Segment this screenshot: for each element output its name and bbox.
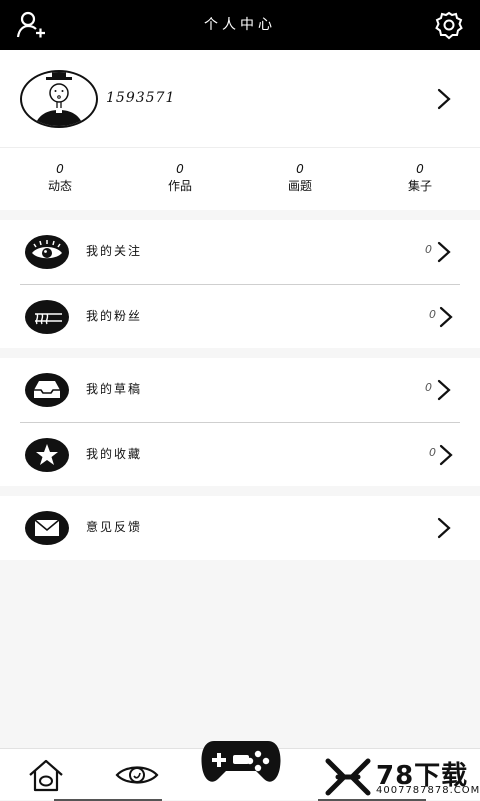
stats-bar: 0 动态 0 作品 0 画题 0 集子 bbox=[0, 148, 480, 210]
chevron-right-icon bbox=[437, 517, 451, 539]
watermark: 78下载 4007787878.COM bbox=[324, 755, 479, 799]
watermark-url: 4007787878.COM bbox=[376, 785, 480, 796]
mail-icon bbox=[25, 511, 69, 545]
stat-count: 0 bbox=[176, 162, 184, 176]
username: 1593571 bbox=[106, 90, 176, 106]
bottom-nav: 78下载 4007787878.COM bbox=[0, 741, 480, 801]
stat-label: 画题 bbox=[287, 179, 312, 193]
chevron-right-icon[interactable] bbox=[434, 88, 454, 110]
stat-label: 作品 bbox=[167, 179, 192, 193]
avatar-illustration bbox=[34, 72, 84, 126]
chevron-right-icon bbox=[437, 379, 451, 401]
stat-posts[interactable]: 0 动态 bbox=[10, 162, 110, 194]
stat-collections[interactable]: 0 集子 bbox=[370, 162, 470, 194]
star-icon bbox=[25, 438, 69, 472]
top-bar: 个人中心 bbox=[0, 0, 480, 50]
profile-section[interactable]: 1593571 bbox=[0, 50, 480, 148]
inbox-icon bbox=[25, 373, 69, 407]
stat-works[interactable]: 0 作品 bbox=[130, 162, 230, 194]
menu-item-feedback[interactable]: 意见反馈 bbox=[0, 496, 480, 560]
home-icon[interactable] bbox=[26, 757, 66, 793]
menu-item-follow[interactable]: 我的关注 0 bbox=[0, 220, 480, 284]
menu-group-content: 我的草稿 0 我的收藏 0 bbox=[0, 358, 480, 486]
eye-icon[interactable] bbox=[114, 757, 160, 793]
menu-item-label: 我的收藏 bbox=[86, 447, 143, 461]
page-title: 个人中心 bbox=[204, 17, 276, 33]
menu-item-label: 我的粉丝 bbox=[86, 309, 143, 323]
stat-topics[interactable]: 0 画题 bbox=[250, 162, 350, 194]
menu-item-fans[interactable]: 我的粉丝 0 bbox=[20, 284, 460, 348]
chevron-right-icon bbox=[437, 241, 451, 263]
gamepad-icon[interactable] bbox=[200, 737, 282, 787]
menu-item-label: 我的关注 bbox=[86, 244, 143, 258]
menu-item-count: 0 bbox=[425, 243, 432, 256]
menu-item-count: 0 bbox=[425, 381, 432, 394]
menu-item-count: 0 bbox=[429, 308, 436, 321]
chevron-right-icon bbox=[439, 306, 453, 328]
menu-item-label: 意见反馈 bbox=[86, 520, 143, 534]
menu-group-social: 我的关注 0 我的粉丝 0 bbox=[0, 220, 480, 348]
chevron-right-icon bbox=[439, 444, 453, 466]
menu-item-count: 0 bbox=[429, 446, 436, 459]
avatar[interactable] bbox=[20, 70, 98, 128]
menu-group-feedback: 意见反馈 bbox=[0, 496, 480, 560]
stat-label: 集子 bbox=[407, 179, 432, 193]
menu-item-favorites[interactable]: 我的收藏 0 bbox=[20, 422, 460, 486]
stat-count: 0 bbox=[296, 162, 304, 176]
stat-label: 动态 bbox=[47, 179, 72, 193]
watermark-logo-icon bbox=[325, 758, 371, 796]
menu-item-drafts[interactable]: 我的草稿 0 bbox=[0, 358, 480, 422]
fans-icon bbox=[25, 300, 69, 334]
menu-item-label: 我的草稿 bbox=[86, 382, 143, 396]
stat-count: 0 bbox=[416, 162, 424, 176]
eye-icon bbox=[25, 235, 69, 269]
gear-icon[interactable] bbox=[434, 10, 464, 40]
stat-count: 0 bbox=[56, 162, 64, 176]
